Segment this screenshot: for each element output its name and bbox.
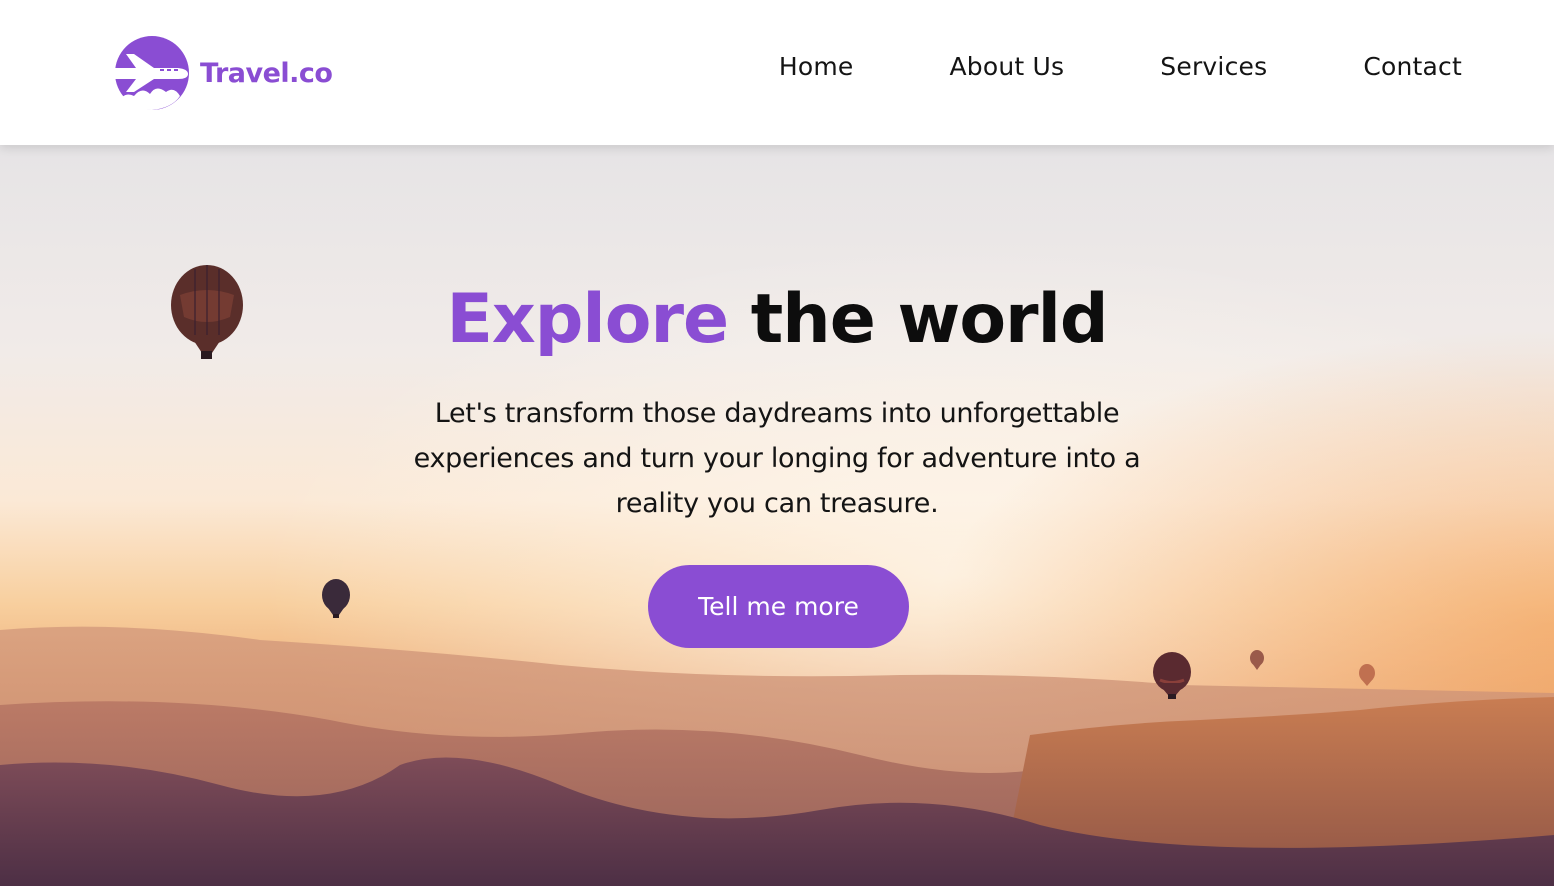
hero-headline: Explore the world — [0, 280, 1554, 359]
nav-contact[interactable]: Contact — [1363, 52, 1462, 81]
site-header: Travel.co Home About Us Services Contact — [0, 0, 1554, 145]
main-nav: Home About Us Services Contact — [779, 52, 1462, 81]
airplane-logo-icon — [96, 36, 189, 110]
brand-name: Travel.co — [200, 57, 333, 89]
hero-section: Explore the world Let's transform those … — [0, 145, 1554, 886]
hero-content: Explore the world Let's transform those … — [0, 145, 1554, 886]
tell-me-more-button[interactable]: Tell me more — [648, 565, 909, 648]
nav-home[interactable]: Home — [779, 52, 854, 81]
headline-accent: Explore — [446, 280, 729, 359]
nav-about-us[interactable]: About Us — [950, 52, 1065, 81]
headline-rest: the world — [750, 280, 1109, 359]
brand-logo[interactable]: Travel.co — [96, 36, 333, 110]
nav-services[interactable]: Services — [1160, 52, 1267, 81]
hero-tagline: Let's transform those daydreams into unf… — [413, 398, 1141, 519]
